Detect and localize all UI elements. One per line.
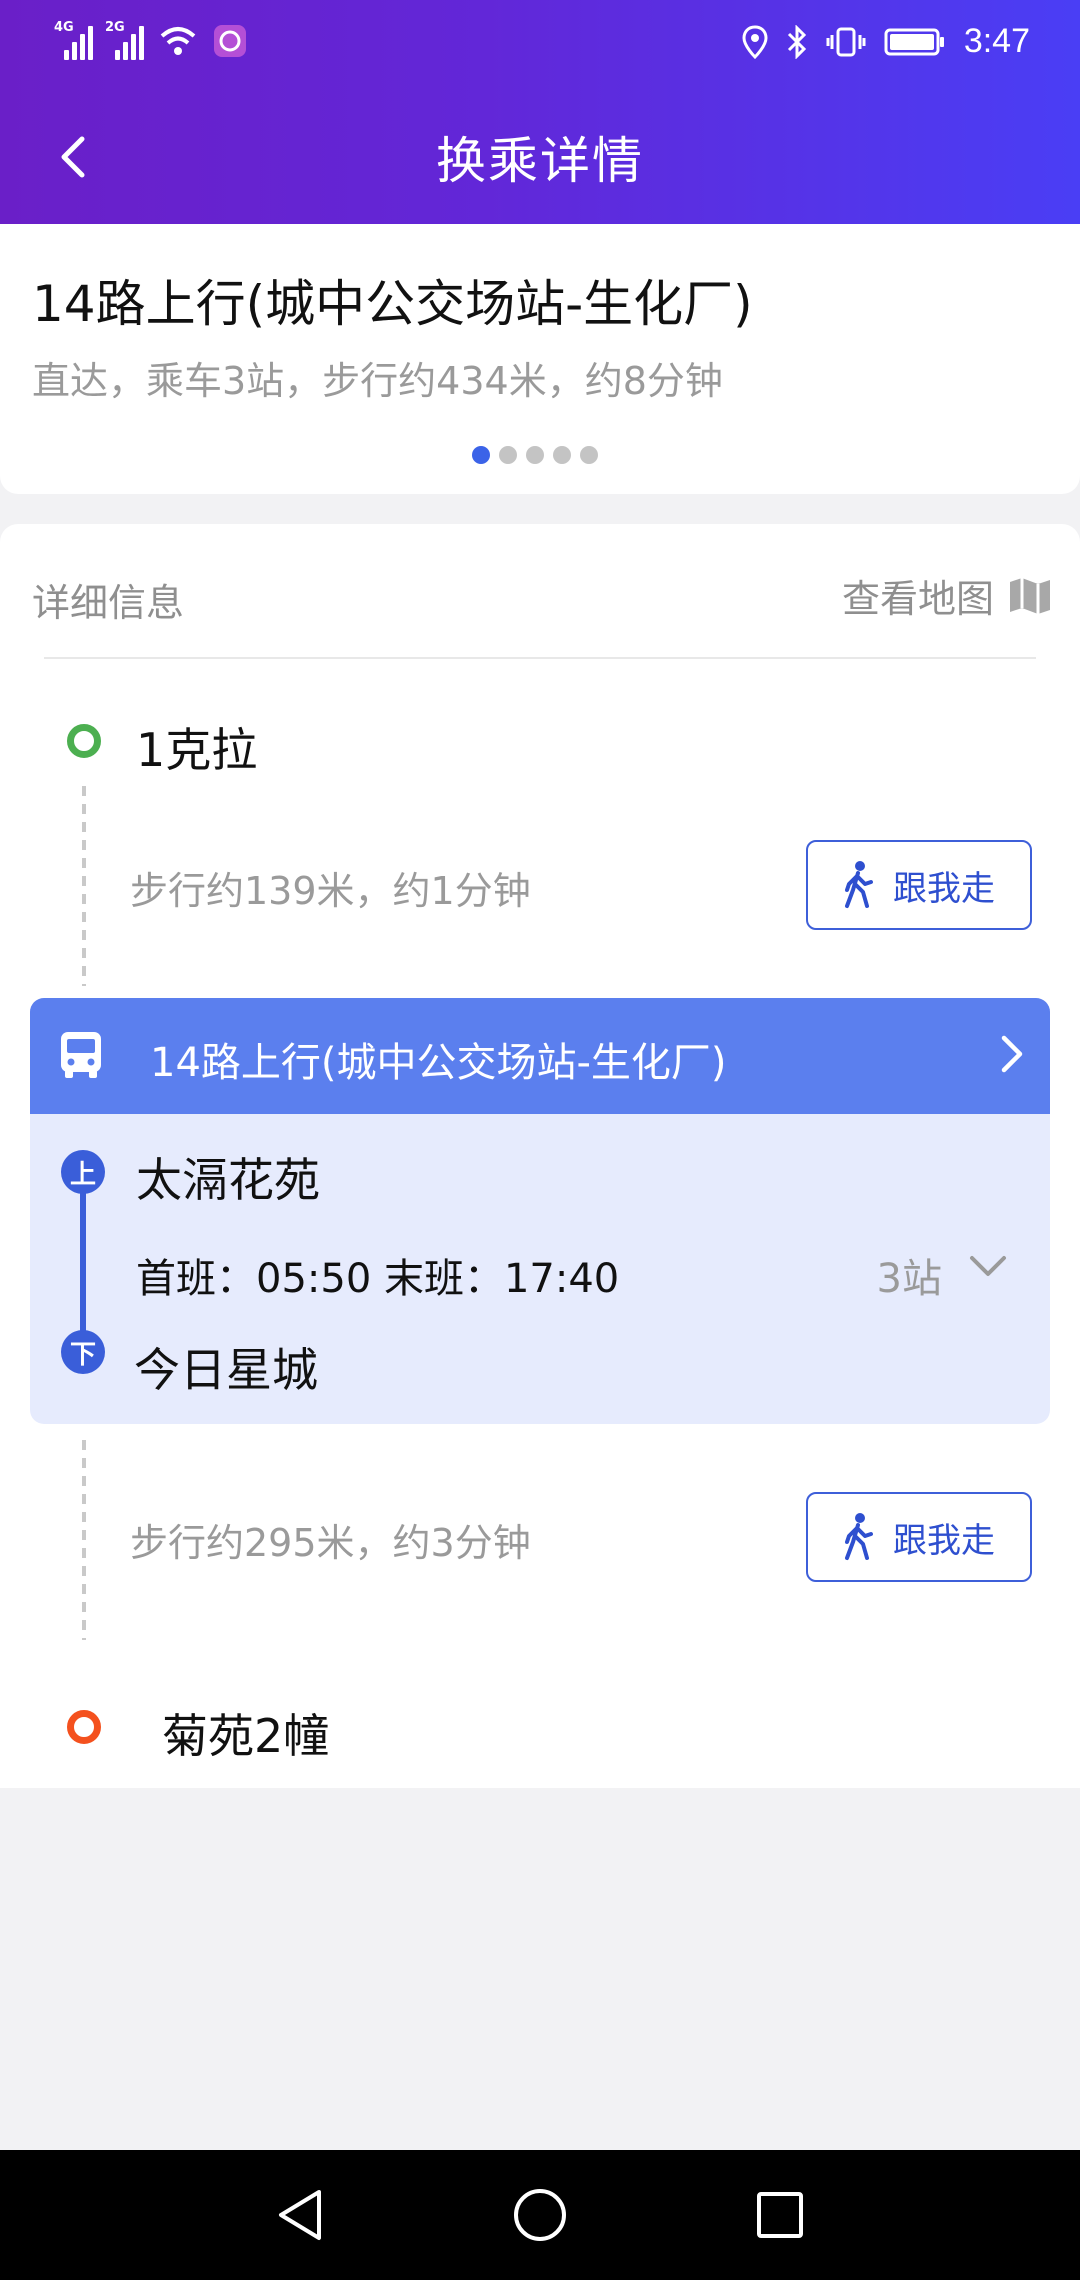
walk-path-line (82, 1440, 86, 1640)
view-map-button[interactable]: 查看地图 (842, 568, 1052, 623)
clock: 3:47 (963, 22, 1030, 60)
page-dot (526, 446, 544, 464)
walk-info: 步行约139米，约1分钟 (130, 869, 531, 913)
page-dot (580, 446, 598, 464)
end-point-icon (67, 1710, 101, 1744)
alight-stop-name: 今日星城 (134, 1343, 318, 1397)
view-map-label: 查看地图 (841, 577, 994, 621)
walking-person-icon (845, 1513, 873, 1560)
nav-back-button[interactable] (265, 2180, 335, 2250)
app-notification-icon (214, 25, 246, 57)
page-dot (472, 446, 490, 464)
start-point-icon (67, 724, 101, 758)
detail-section: 详细信息 查看地图 1克拉 步行约139米，约1分钟 跟我走 14路上行(城中公… (0, 524, 1080, 1788)
follow-me-label: 跟我走 (893, 1520, 995, 1561)
triangle-back-icon (279, 2190, 321, 2240)
vibrate-icon (826, 27, 866, 56)
alight-badge: 下 (61, 1330, 105, 1374)
follow-me-button[interactable]: 跟我走 (806, 1492, 1032, 1582)
route-title: 14路上行(城中公交场站-生化厂) (32, 275, 753, 333)
top-bar: 4G 2G 3:47 换乘详情 (0, 0, 1080, 224)
cellular-signal-icon: 4G (54, 20, 93, 60)
detail-label: 详细信息 (32, 581, 185, 625)
page-title: 换乘详情 (436, 132, 644, 190)
nav-home-button[interactable] (505, 2180, 575, 2250)
walk-info: 步行约295米，约3分钟 (130, 1521, 531, 1565)
nav-recents-button[interactable] (745, 2180, 815, 2250)
bus-line-header[interactable]: 14路上行(城中公交场站-生化厂) (30, 998, 1050, 1114)
follow-me-button[interactable]: 跟我走 (806, 840, 1032, 930)
follow-me-label: 跟我走 (893, 868, 995, 909)
page-indicator (472, 446, 598, 464)
walking-person-icon (845, 861, 873, 908)
location-icon (742, 24, 768, 59)
wifi-icon (160, 27, 196, 55)
back-button[interactable] (38, 122, 108, 192)
chevron-left-icon (61, 136, 85, 178)
route-description: 直达，乘车3站，步行约434米，约8分钟 (32, 359, 723, 403)
divider (44, 657, 1036, 659)
bus-line-name: 14路上行(城中公交场站-生化厂) (150, 1040, 727, 1086)
bluetooth-icon (787, 24, 806, 59)
bus-schedule: 首班：05:50 末班：17:40 (136, 1256, 620, 1302)
chevron-right-icon (1001, 1035, 1023, 1073)
bus-segment-card: 14路上行(城中公交场站-生化厂) 上 太滆花苑 首班：05:50 末班：17:… (30, 998, 1050, 1424)
page-dot (553, 446, 571, 464)
app-bar: 换乘详情 (0, 90, 1080, 224)
bus-icon (61, 1032, 101, 1078)
board-badge: 上 (61, 1150, 105, 1194)
walk-path-line (82, 786, 86, 986)
battery-icon (884, 28, 944, 55)
status-bar: 4G 2G 3:47 (0, 0, 1080, 90)
end-stop-name: 菊苑2幢 (162, 1709, 330, 1763)
chevron-down-icon (970, 1256, 1006, 1276)
system-nav-bar (0, 2150, 1080, 2280)
route-summary-card[interactable]: 14路上行(城中公交场站-生化厂) 直达，乘车3站，步行约434米，约8分钟 (0, 224, 1080, 494)
map-icon (1010, 577, 1050, 614)
signal-type-label: 2G (105, 20, 125, 35)
page-dot (499, 446, 517, 464)
cellular-signal-icon: 2G (105, 20, 144, 60)
board-stop-name: 太滆花苑 (136, 1153, 320, 1207)
signal-type-label: 4G (54, 20, 74, 35)
start-stop-name: 1克拉 (136, 723, 258, 777)
square-recents-icon (757, 2192, 803, 2238)
circle-home-icon (514, 2189, 566, 2241)
stop-count: 3站 (876, 1256, 942, 1302)
